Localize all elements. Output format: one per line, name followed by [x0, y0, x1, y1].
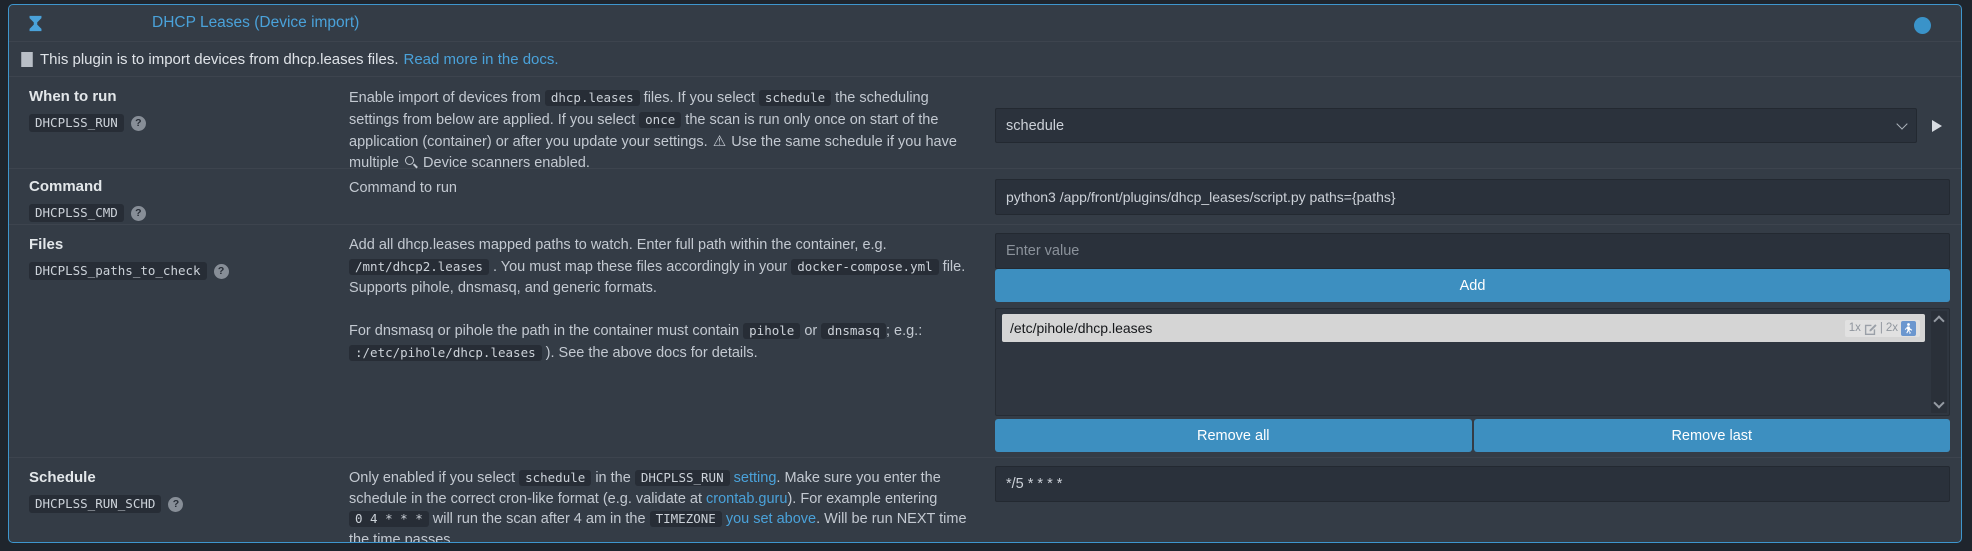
note-text: This plugin is to import devices from dh… — [40, 51, 398, 68]
inline-code-chip: docker-compose.yml — [791, 259, 938, 275]
zoom-icon — [405, 156, 417, 168]
description-text: ). For example entering — [787, 491, 937, 507]
setting-name: Files — [29, 236, 339, 253]
inline-code-chip: 0 4 * * * — [349, 511, 429, 527]
add-button[interactable]: Add — [995, 269, 1950, 302]
edit-icon[interactable] — [1864, 322, 1877, 335]
schedule-control-cell — [987, 458, 1961, 543]
setting-code-chip: DHCPLSS_paths_to_check — [29, 262, 207, 280]
setting-name: Command — [29, 178, 339, 195]
inline-code-chip: TIMEZONE — [650, 511, 722, 527]
run-now-button[interactable] — [1924, 108, 1950, 143]
description-text: files. If you select — [640, 90, 759, 106]
command-control-cell — [987, 169, 1961, 224]
description-text: in the — [591, 470, 635, 486]
plugin-title: DHCP Leases (Device import) — [152, 14, 359, 32]
inline-code-chip: dhcp.leases — [545, 90, 640, 106]
inline-code-chip: once — [639, 112, 681, 128]
chevron-down-icon — [1896, 118, 1907, 129]
description-text: Enable import of devices from — [349, 90, 545, 106]
plugin-settings-card: DHCP Leases (Device import) This plugin … — [8, 4, 1962, 543]
setting-row-command: Command DHCPLSS_CMD ? Command to run — [9, 168, 1961, 224]
setting-code-chip: DHCPLSS_RUN — [29, 114, 124, 132]
setting-code-chip: DHCPLSS_CMD — [29, 204, 124, 222]
item-actions: 1x | 2x — [1845, 320, 1920, 337]
when-to-run-label-cell: When to run DHCPLSS_RUN ? — [9, 77, 349, 174]
hint-separator: | — [1880, 322, 1883, 334]
description-text: Command to run — [349, 180, 457, 196]
remove-all-button[interactable]: Remove all — [995, 419, 1472, 452]
schedule-label-cell: Schedule DHCPLSS_RUN_SCHD ? — [9, 458, 349, 543]
when-to-run-control-cell: schedule — [987, 77, 1961, 174]
setting-row-schedule: Schedule DHCPLSS_RUN_SCHD ? Only enabled… — [9, 457, 1961, 543]
description-text: ). See the above docs for details. — [542, 345, 758, 361]
description-text: or — [800, 323, 821, 339]
inline-code-chip: schedule — [519, 470, 591, 486]
inline-code-chip: dnsmasq — [821, 323, 886, 339]
scroll-up-icon[interactable] — [1931, 312, 1947, 327]
file-list-item[interactable]: /etc/pihole/dhcp.leases 1x | 2x — [1002, 314, 1925, 342]
description-text: . You must map these files accordingly i… — [489, 259, 791, 275]
setting-row-files: Files DHCPLSS_paths_to_check ? Add all d… — [9, 224, 1961, 457]
command-label-cell: Command DHCPLSS_CMD ? — [9, 169, 349, 224]
description-text: will run the scan after 4 am in the — [429, 511, 650, 527]
play-icon — [1932, 120, 1942, 132]
setting-description: Enable import of devices from dhcp.lease… — [349, 77, 987, 174]
run-item-icon[interactable] — [1901, 321, 1916, 336]
file-list-items: /etc/pihole/dhcp.leases 1x | 2x — [996, 309, 1930, 415]
files-control-cell: Add /etc/pihole/dhcp.leases 1x | 2x R — [987, 225, 1961, 460]
help-icon[interactable]: ? — [131, 206, 146, 221]
description-text: For dnsmasq or pihole the path in the co… — [349, 323, 743, 339]
file-path-value: /etc/pihole/dhcp.leases — [1010, 320, 1152, 336]
description-text: ; e.g.: — [886, 323, 922, 339]
command-input[interactable] — [995, 179, 1950, 215]
setting-name: Schedule — [29, 469, 339, 486]
setting-name: When to run — [29, 88, 339, 105]
file-list: /etc/pihole/dhcp.leases 1x | 2x — [995, 308, 1950, 416]
inline-code-chip: DHCPLSS_RUN — [635, 470, 730, 486]
help-icon[interactable]: ? — [131, 116, 146, 131]
run-schedule-select[interactable]: schedule — [995, 108, 1917, 143]
warning-icon: ⚠ — [712, 133, 727, 150]
inline-code-chip: /mnt/dhcp2.leases — [349, 259, 489, 275]
file-path-input[interactable] — [995, 233, 1950, 269]
inline-link[interactable]: you set above — [726, 511, 816, 527]
click-twice-hint: 2x — [1886, 322, 1898, 334]
setting-row-when-to-run: When to run DHCPLSS_RUN ? Enable import … — [9, 76, 1961, 168]
description-text: Only enabled if you select — [349, 470, 519, 486]
docs-icon — [21, 52, 33, 67]
inline-code-chip: pihole — [743, 323, 800, 339]
status-dot[interactable] — [1914, 17, 1931, 34]
inline-code-chip: schedule — [759, 90, 831, 106]
setting-description: Command to run — [349, 169, 987, 224]
docs-link[interactable]: Read more in the docs. — [403, 51, 558, 68]
setting-description: Only enabled if you select schedule in t… — [349, 458, 987, 543]
list-scrollbar[interactable] — [1931, 311, 1947, 413]
click-once-hint: 1x — [1849, 322, 1861, 334]
inline-link[interactable]: crontab.guru — [706, 491, 787, 507]
inline-code-chip: :/etc/pihole/dhcp.leases — [349, 345, 542, 361]
schedule-input[interactable] — [995, 466, 1950, 502]
scroll-down-icon[interactable] — [1931, 397, 1947, 412]
inline-link[interactable]: setting — [734, 470, 777, 486]
files-label-cell: Files DHCPLSS_paths_to_check ? — [9, 225, 349, 460]
hourglass-icon — [29, 15, 42, 32]
remove-last-button[interactable]: Remove last — [1474, 419, 1951, 452]
description-text: Add all dhcp.leases mapped paths to watc… — [349, 237, 887, 253]
help-icon[interactable]: ? — [168, 497, 183, 512]
plugin-note: This plugin is to import devices from dh… — [9, 41, 1961, 76]
card-header: DHCP Leases (Device import) — [9, 5, 1961, 41]
setting-code-chip: DHCPLSS_RUN_SCHD — [29, 495, 161, 513]
setting-description: Add all dhcp.leases mapped paths to watc… — [349, 225, 987, 460]
selected-option: schedule — [1006, 118, 1064, 134]
help-icon[interactable]: ? — [214, 264, 229, 279]
